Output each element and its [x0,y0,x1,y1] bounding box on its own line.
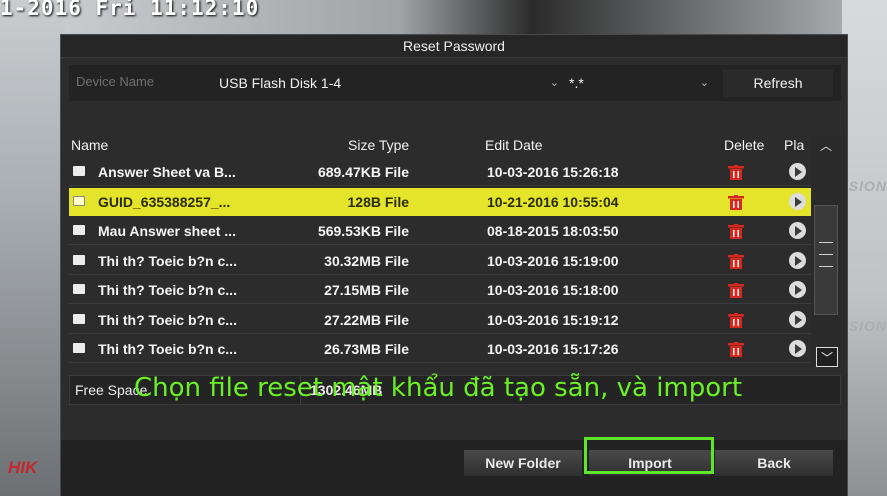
file-filter-select[interactable]: *.* ⌄ [569,71,709,95]
scroll-grip-line [819,266,833,267]
play-icon[interactable] [789,222,806,239]
file-name: Thi th? Toeic b?n c... [98,282,237,298]
trash-icon[interactable] [728,194,744,210]
table-row[interactable]: Thi th? Toeic b?n c... 27.22MB File 10-03-… [69,306,811,334]
osd-timestamp: 1-2016 Fri 11:12:10 [0,0,260,20]
chevron-down-icon: ⌄ [699,77,709,89]
play-icon[interactable] [789,310,806,328]
table-header: Name Size Type Edit Date Delete Pla [69,135,819,157]
file-size-type: 27.22MB File [324,311,409,328]
file-edit-date: 10-03-2016 15:18:00 [487,282,619,298]
file-edit-date: 10-03-2016 15:19:12 [487,311,619,328]
file-icon [73,313,85,324]
file-icon [73,284,85,294]
column-header-name[interactable]: Name [71,137,108,153]
scroll-thumb[interactable] [814,205,838,315]
file-edit-date: 08-18-2015 18:03:50 [487,223,619,239]
device-name-label: Device Name [76,74,155,89]
file-size-type: 30.32MB File [324,252,409,269]
file-icon [73,166,85,176]
play-icon[interactable] [789,281,806,298]
refresh-button[interactable]: Refresh [723,69,833,97]
file-icon [73,343,85,353]
file-size-type: 27.15MB File [324,282,409,298]
scroll-grip-line [819,254,833,255]
trash-icon[interactable] [728,283,744,298]
dialog-footer: New Folder Import Back [61,440,847,496]
column-header-play[interactable]: Pla [784,137,804,153]
device-select[interactable]: USB Flash Disk 1-4 ⌄ [219,71,559,95]
column-header-size-type[interactable]: Size Type [348,137,409,153]
chevron-down-icon[interactable]: ﹀ [816,347,838,367]
trash-icon[interactable] [728,342,744,357]
file-size-type: 128B File [347,193,409,210]
osd-logo: HIK [8,458,38,477]
osd-side-text: SION [848,178,887,194]
table-row[interactable]: Thi th? Toeic b?n c... 26.73MB File 10-03-… [69,335,811,363]
play-icon[interactable] [789,192,806,210]
trash-icon[interactable] [728,253,744,269]
file-name: Thi th? Toeic b?n c... [98,252,237,269]
column-header-edit-date[interactable]: Edit Date [485,137,543,153]
dialog-title: Reset Password [61,35,847,58]
new-folder-button[interactable]: New Folder [464,450,582,476]
file-edit-date: 10-03-2016 15:26:18 [487,164,619,180]
file-size-type: 26.73MB File [324,341,409,357]
trash-icon[interactable] [728,165,744,180]
back-button[interactable]: Back [715,450,833,476]
file-icon [73,225,85,235]
trash-icon[interactable] [728,224,744,239]
play-icon[interactable] [789,340,806,357]
table-row[interactable]: Mau Answer sheet ... 569.53KB File 08-18-2… [69,217,811,245]
camera-feed-right [842,0,887,496]
osd-side-text: SION [848,318,887,334]
file-edit-date: 10-03-2016 15:17:26 [487,341,619,357]
file-name: Mau Answer sheet ... [98,223,236,239]
table-row[interactable]: Thi th? Toeic b?n c... 27.15MB File 10-03-… [69,276,811,304]
file-filter-value: *.* [569,75,584,91]
file-icon [73,254,85,265]
file-edit-date: 10-21-2016 10:55:04 [487,193,619,210]
trash-icon[interactable] [728,312,744,328]
device-row: Device Name USB Flash Disk 1-4 ⌄ *.* ⌄ R… [69,65,841,101]
file-name: Thi th? Toeic b?n c... [98,341,237,357]
file-name: Thi th? Toeic b?n c... [98,311,237,328]
table-row[interactable]: GUID_635388257_... 128B File 10-21-2016 10… [69,187,811,216]
file-icon [73,195,85,206]
camera-feed-left [0,0,65,496]
file-size-type: 569.53KB File [317,223,409,239]
file-list-scrollbar[interactable]: ︿ ﹀ [811,135,841,367]
table-row[interactable]: Answer Sheet va B... 689.47KB File 10-03-2… [69,158,811,186]
play-icon[interactable] [789,163,806,180]
device-select-value: USB Flash Disk 1-4 [219,75,342,91]
file-size-type: 689.47KB File [317,164,409,180]
table-row[interactable]: Thi th? Toeic b?n c... 30.32MB File 10-03-… [69,247,811,275]
reset-password-dialog: Reset Password Device Name USB Flash Dis… [60,34,848,496]
column-header-delete[interactable]: Delete [724,137,764,153]
file-name: Answer Sheet va B... [98,164,236,180]
play-icon[interactable] [789,251,806,269]
chevron-down-icon: ⌄ [549,77,559,89]
chevron-up-icon[interactable]: ︿ [814,137,838,155]
instruction-caption: Chọn file reset mật khẩu đã tạo sẵn, và … [133,373,743,403]
file-name: GUID_635388257_... [98,193,231,210]
file-list: Answer Sheet va B... 689.47KB File 10-03-2… [69,158,811,363]
scroll-grip-line [819,242,833,243]
import-highlight-box [584,437,714,474]
file-edit-date: 10-03-2016 15:19:00 [487,252,619,269]
